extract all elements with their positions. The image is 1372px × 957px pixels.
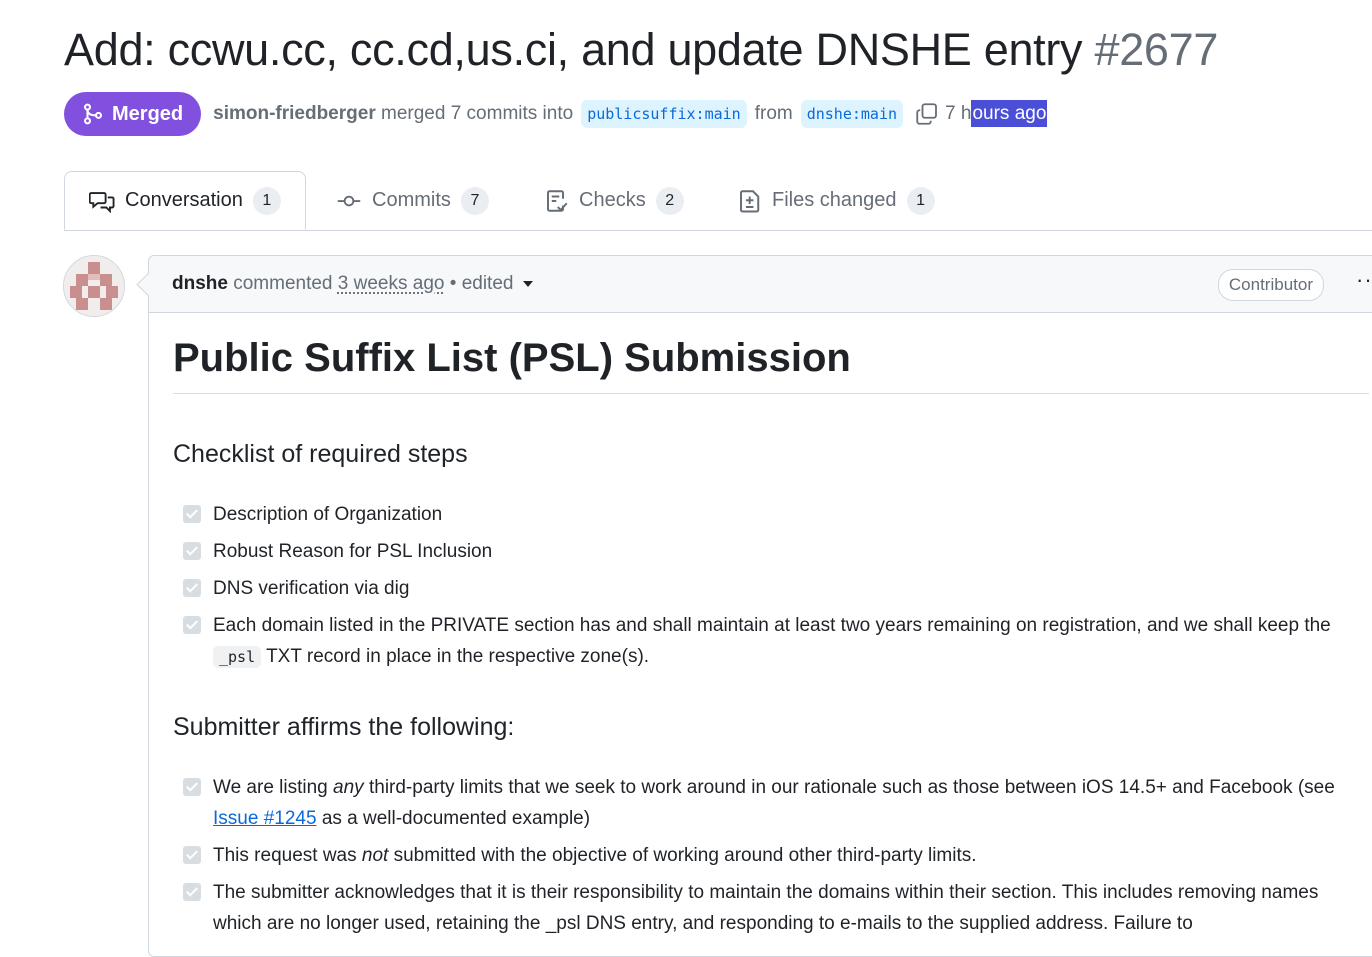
file-diff-icon xyxy=(738,189,762,213)
merge-time[interactable]: 7 hours ago xyxy=(945,103,1047,125)
time-prefix: 7 h xyxy=(945,103,971,124)
merge-summary: simon-friedberger merged 7 commits into xyxy=(213,103,573,125)
tab-files-changed-count: 1 xyxy=(907,187,935,215)
tab-checks-count: 2 xyxy=(656,187,684,215)
base-branch[interactable]: publicsuffix:main xyxy=(581,100,747,128)
copy-icon[interactable] xyxy=(915,102,939,126)
merged-label: Merged xyxy=(112,103,183,126)
comment-card: dnshe commented 3 weeks ago • edited Con… xyxy=(148,255,1372,957)
checklist-item-label: Description of Organization xyxy=(213,499,1343,530)
checkbox-icon xyxy=(183,505,201,523)
section-checklist-heading: Checklist of required steps xyxy=(173,440,468,469)
affirm-item: We are listing any third-party limits th… xyxy=(183,772,1343,834)
aff2-text-a: This request was xyxy=(213,845,357,866)
tab-checks-label: Checks xyxy=(579,189,646,212)
comment-author[interactable]: dnshe xyxy=(172,273,228,294)
comment-body: Public Suffix List (PSL) Submission Chec… xyxy=(173,336,1372,394)
tab-conversation[interactable]: Conversation 1 xyxy=(64,171,306,230)
pr-number: #2677 xyxy=(1094,24,1218,75)
time-selection: ours ago xyxy=(971,100,1047,127)
tab-files-changed[interactable]: Files changed 1 xyxy=(738,171,935,230)
affirm-item-label: This request was not submitted with the … xyxy=(213,840,1343,871)
from-text: from xyxy=(755,103,793,125)
merge-action: merged 7 commits into xyxy=(381,103,573,124)
checkbox-icon xyxy=(183,616,201,634)
comment-verb: commented xyxy=(233,273,332,294)
contributor-badge: Contributor xyxy=(1218,269,1324,301)
comment-header: dnshe commented 3 weeks ago • edited Con… xyxy=(149,256,1372,313)
chevron-down-icon[interactable] xyxy=(523,281,533,287)
checkbox-icon xyxy=(183,778,201,796)
checklist-item: DNS verification via dig xyxy=(183,573,1343,604)
affirm-item-label: We are listing any third-party limits th… xyxy=(213,772,1343,834)
git-commit-icon xyxy=(336,191,362,211)
pr-title: Add: ccwu.cc, cc.cd,us.ci, and update DN… xyxy=(64,24,1218,76)
section-affirm-heading: Submitter affirms the following: xyxy=(173,713,514,742)
more-options-icon[interactable]: ··· xyxy=(1356,267,1372,293)
pr-title-text: Add: ccwu.cc, cc.cd,us.ci, and update DN… xyxy=(64,24,1082,75)
item4-text-b: TXT record in place in the respective zo… xyxy=(266,646,649,667)
git-merge-icon xyxy=(82,103,104,125)
comment-time[interactable]: 3 weeks ago xyxy=(338,273,445,294)
pr-tabs: Conversation 1 Commits 7 Checks 2 Files … xyxy=(64,171,1372,231)
affirm-item: The submitter acknowledges that it is th… xyxy=(183,877,1343,939)
checklist-icon xyxy=(545,189,569,213)
edited-label[interactable]: • edited xyxy=(450,273,514,294)
checkbox-icon xyxy=(183,579,201,597)
merger-link[interactable]: simon-friedberger xyxy=(213,103,376,124)
checklist-item-label: Robust Reason for PSL Inclusion xyxy=(213,536,1343,567)
checklist-item: Description of Organization xyxy=(183,499,1343,530)
tab-conversation-count: 1 xyxy=(253,187,281,215)
aff1-text-a: We are listing xyxy=(213,777,328,798)
item4-text-a: Each domain listed in the PRIVATE sectio… xyxy=(213,615,1331,636)
checklist-item-label: DNS verification via dig xyxy=(213,573,1343,604)
avatar[interactable] xyxy=(63,255,125,317)
pr-meta: Merged simon-friedberger merged 7 commit… xyxy=(64,92,1047,136)
merged-badge: Merged xyxy=(64,92,201,136)
tab-commits[interactable]: Commits 7 xyxy=(336,171,489,230)
issue-link[interactable]: Issue #1245 xyxy=(213,808,317,829)
tab-commits-label: Commits xyxy=(372,189,451,212)
aff2-text-b: submitted with the objective of working … xyxy=(394,845,977,866)
tab-conversation-label: Conversation xyxy=(125,189,243,212)
checkbox-icon xyxy=(183,542,201,560)
tab-files-changed-label: Files changed xyxy=(772,189,897,212)
checkbox-icon xyxy=(183,846,201,864)
checklist-item-label: Each domain listed in the PRIVATE sectio… xyxy=(213,610,1343,673)
psl-code: _psl xyxy=(213,646,261,668)
head-branch[interactable]: dnshe:main xyxy=(801,100,903,128)
doc-heading: Public Suffix List (PSL) Submission xyxy=(173,336,1369,394)
aff1-text-b: third-party limits that we seek to work … xyxy=(369,777,1335,798)
checklist-item: Each domain listed in the PRIVATE sectio… xyxy=(183,610,1343,673)
tab-commits-count: 7 xyxy=(461,187,489,215)
comment-meta: dnshe commented 3 weeks ago • edited xyxy=(172,273,533,295)
checkbox-icon xyxy=(183,883,201,901)
tab-checks[interactable]: Checks 2 xyxy=(545,171,684,230)
aff1-text-c: as a well-documented example) xyxy=(322,808,590,829)
checklist-item: Robust Reason for PSL Inclusion xyxy=(183,536,1343,567)
affirm-item: This request was not submitted with the … xyxy=(183,840,1343,871)
affirm-item-label: The submitter acknowledges that it is th… xyxy=(213,877,1343,939)
aff2-emphasis: not xyxy=(362,845,388,866)
comment-discussion-icon xyxy=(89,189,115,213)
aff1-emphasis: any xyxy=(333,777,364,798)
